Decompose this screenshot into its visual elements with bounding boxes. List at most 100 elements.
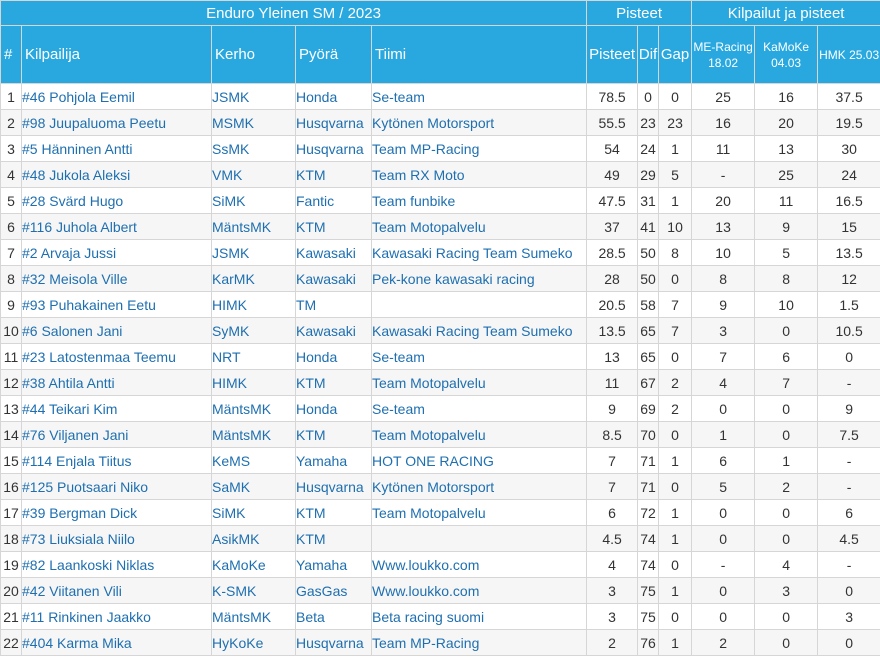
- rider-link[interactable]: #73 Liuksiala Niilo: [21, 525, 212, 552]
- team-link[interactable]: Team MP-Racing: [370, 629, 588, 656]
- rider-link[interactable]: #42 Viitanen Vili: [21, 577, 212, 604]
- rider-link[interactable]: #39 Bergman Dick: [21, 499, 212, 526]
- team-link[interactable]: Kawasaki Racing Team Sumeko: [370, 239, 588, 266]
- bike-link[interactable]: Yamaha: [295, 447, 372, 474]
- bike-link[interactable]: Husqvarna: [295, 473, 372, 500]
- bike-link[interactable]: Yamaha: [295, 551, 372, 578]
- club-link[interactable]: MSMK: [211, 109, 296, 136]
- club-link[interactable]: HIMK: [211, 369, 296, 396]
- club-link[interactable]: K-SMK: [211, 577, 296, 604]
- rider-link[interactable]: #46 Pohjola Eemil: [21, 83, 212, 110]
- club-link[interactable]: KarMK: [211, 265, 296, 292]
- rider-link[interactable]: #28 Svärd Hugo: [21, 187, 212, 214]
- bike-link[interactable]: Honda: [295, 343, 372, 370]
- bike-link[interactable]: Kawasaki: [295, 317, 372, 344]
- rider-link[interactable]: #38 Ahtila Antti: [21, 369, 212, 396]
- team-link[interactable]: Kawasaki Racing Team Sumeko: [370, 317, 588, 344]
- rider-link[interactable]: #76 Viljanen Jani: [21, 421, 212, 448]
- rider-link[interactable]: #5 Hänninen Antti: [21, 135, 212, 162]
- club-link[interactable]: JSMK: [211, 83, 296, 110]
- team-link[interactable]: [370, 291, 588, 318]
- bike-link[interactable]: Husqvarna: [295, 135, 372, 162]
- rider-link[interactable]: #114 Enjala Tiitus: [21, 447, 212, 474]
- club-link[interactable]: SsMK: [211, 135, 296, 162]
- team-link[interactable]: Se-team: [370, 83, 588, 110]
- club-link[interactable]: SaMK: [211, 473, 296, 500]
- bike-link[interactable]: KTM: [295, 421, 372, 448]
- team-link[interactable]: Se-team: [370, 343, 588, 370]
- team-link[interactable]: Kytönen Motorsport: [370, 473, 588, 500]
- col-race-hmk[interactable]: HMK 25.03: [817, 25, 880, 84]
- bike-link[interactable]: Kawasaki: [295, 265, 372, 292]
- bike-link[interactable]: Husqvarna: [295, 629, 372, 656]
- club-link[interactable]: SiMK: [211, 187, 296, 214]
- club-link[interactable]: SyMK: [211, 317, 296, 344]
- team-link[interactable]: Se-team: [370, 395, 588, 422]
- col-rider[interactable]: Kilpailija: [21, 25, 212, 84]
- club-link[interactable]: KaMoKe: [211, 551, 296, 578]
- team-link[interactable]: Team Motopalvelu: [370, 499, 588, 526]
- bike-link[interactable]: Fantic: [295, 187, 372, 214]
- team-link[interactable]: Team MP-Racing: [370, 135, 588, 162]
- col-bike[interactable]: Pyörä: [295, 25, 372, 84]
- col-race-me-racing[interactable]: ME-Racing 18.02: [691, 25, 756, 84]
- bike-link[interactable]: Beta: [295, 603, 372, 630]
- club-link[interactable]: KeMS: [211, 447, 296, 474]
- col-gap[interactable]: Gap: [658, 25, 693, 84]
- rider-link[interactable]: #6 Salonen Jani: [21, 317, 212, 344]
- team-link[interactable]: Beta racing suomi: [370, 603, 588, 630]
- team-link[interactable]: [370, 525, 588, 552]
- club-link[interactable]: MäntsMK: [211, 603, 296, 630]
- bike-link[interactable]: Honda: [295, 395, 372, 422]
- team-link[interactable]: Team RX Moto: [370, 161, 588, 188]
- rider-link[interactable]: #23 Latostenmaa Teemu: [21, 343, 212, 370]
- rider-link[interactable]: #116 Juhola Albert: [21, 213, 212, 240]
- bike-link[interactable]: TM: [295, 291, 372, 318]
- rider-link[interactable]: #404 Karma Mika: [21, 629, 212, 656]
- bike-link[interactable]: KTM: [295, 213, 372, 240]
- bike-link[interactable]: KTM: [295, 369, 372, 396]
- rider-link[interactable]: #48 Jukola Aleksi: [21, 161, 212, 188]
- gap-cell: 2: [658, 369, 693, 396]
- club-link[interactable]: NRT: [211, 343, 296, 370]
- team-link[interactable]: HOT ONE RACING: [370, 447, 588, 474]
- club-link[interactable]: AsikMK: [211, 525, 296, 552]
- col-team[interactable]: Tiimi: [370, 25, 588, 84]
- bike-link[interactable]: KTM: [295, 499, 372, 526]
- bike-link[interactable]: Kawasaki: [295, 239, 372, 266]
- rider-link[interactable]: #44 Teikari Kim: [21, 395, 212, 422]
- club-link[interactable]: JSMK: [211, 239, 296, 266]
- team-link[interactable]: Www.loukko.com: [370, 577, 588, 604]
- rider-link[interactable]: #93 Puhakainen Eetu: [21, 291, 212, 318]
- club-link[interactable]: MäntsMK: [211, 213, 296, 240]
- club-link[interactable]: MäntsMK: [211, 395, 296, 422]
- rider-link[interactable]: #125 Puotsaari Niko: [21, 473, 212, 500]
- rider-link[interactable]: #82 Laankoski Niklas: [21, 551, 212, 578]
- col-points[interactable]: Pisteet: [586, 25, 639, 84]
- club-link[interactable]: HyKoKe: [211, 629, 296, 656]
- bike-link[interactable]: Husqvarna: [295, 109, 372, 136]
- team-link[interactable]: Team funbike: [370, 187, 588, 214]
- rider-link[interactable]: #32 Meisola Ville: [21, 265, 212, 292]
- bike-link[interactable]: KTM: [295, 161, 372, 188]
- club-link[interactable]: MäntsMK: [211, 421, 296, 448]
- team-link[interactable]: Pek-kone kawasaki racing: [370, 265, 588, 292]
- bike-link[interactable]: KTM: [295, 525, 372, 552]
- team-link[interactable]: Team Motopalvelu: [370, 421, 588, 448]
- bike-link[interactable]: Honda: [295, 83, 372, 110]
- rider-link[interactable]: #98 Juupaluoma Peetu: [21, 109, 212, 136]
- team-link[interactable]: Team Motopalvelu: [370, 213, 588, 240]
- col-club[interactable]: Kerho: [211, 25, 296, 84]
- team-link[interactable]: Www.loukko.com: [370, 551, 588, 578]
- rider-link[interactable]: #2 Arvaja Jussi: [21, 239, 212, 266]
- race3-points: 19.5: [817, 109, 880, 136]
- col-dif[interactable]: Dif: [637, 25, 660, 84]
- col-race-kamoke[interactable]: KaMoKe 04.03: [754, 25, 819, 84]
- club-link[interactable]: SiMK: [211, 499, 296, 526]
- team-link[interactable]: Kytönen Motorsport: [370, 109, 588, 136]
- club-link[interactable]: HIMK: [211, 291, 296, 318]
- rider-link[interactable]: #11 Rinkinen Jaakko: [21, 603, 212, 630]
- club-link[interactable]: VMK: [211, 161, 296, 188]
- bike-link[interactable]: GasGas: [295, 577, 372, 604]
- team-link[interactable]: Team Motopalvelu: [370, 369, 588, 396]
